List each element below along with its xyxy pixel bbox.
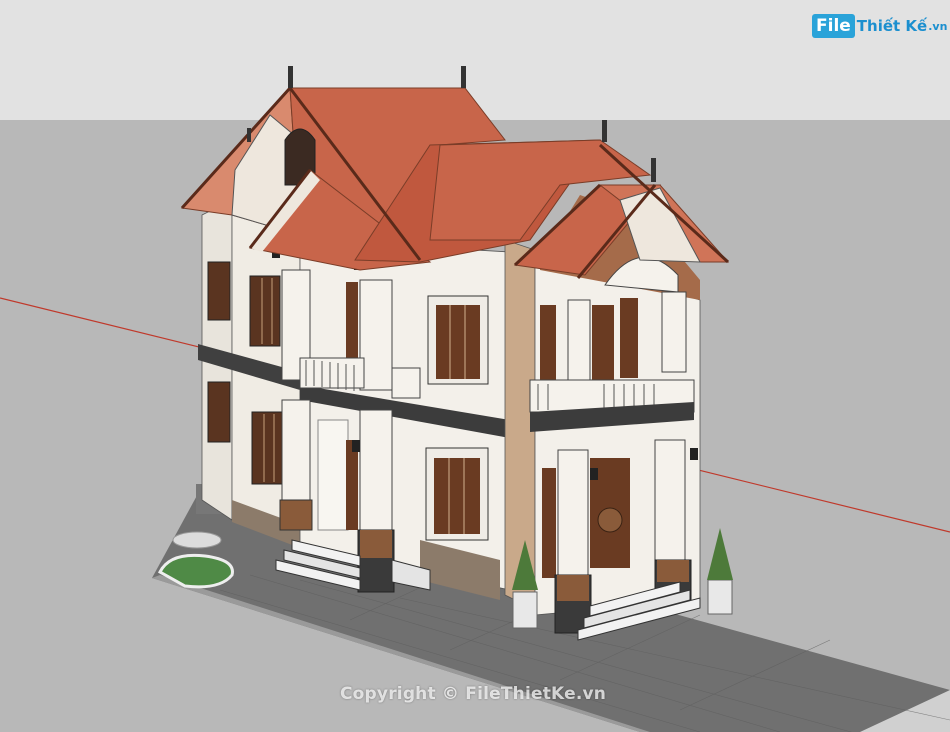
villa-model-render <box>0 0 950 732</box>
logo-text: Thiết Kế <box>856 17 928 35</box>
sketchup-viewport[interactable]: File Thiết Kế .vn Copyright © FileThietK… <box>0 0 950 732</box>
garden-fountain <box>172 531 222 549</box>
filethietke-logo: File Thiết Kế .vn <box>812 12 947 40</box>
filethietke-logo-icon: File <box>812 14 855 38</box>
logo-suffix: .vn <box>928 19 948 33</box>
copyright-watermark: Copyright © FileThietKe.vn <box>340 684 607 704</box>
